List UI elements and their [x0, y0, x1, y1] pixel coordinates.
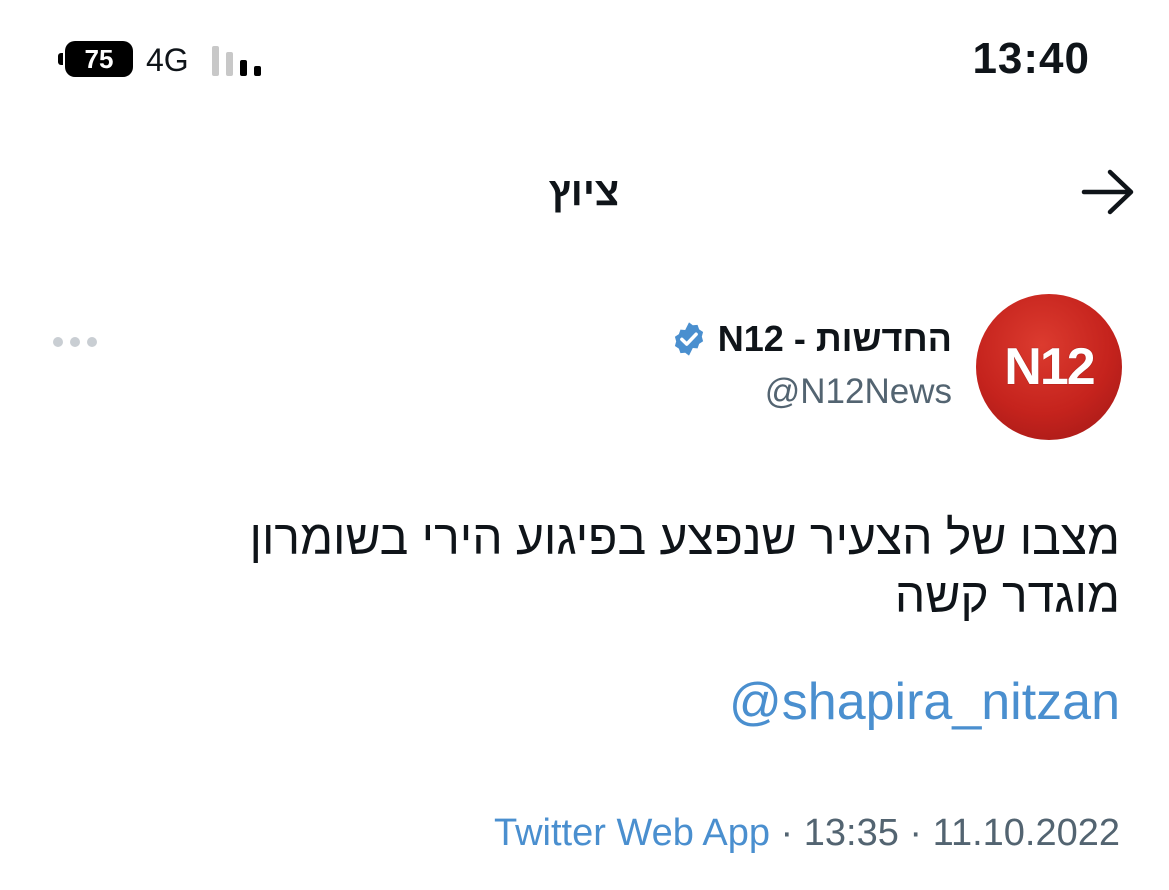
author-handle[interactable]: @N12News [640, 372, 952, 412]
arrow-right-icon[interactable] [1078, 166, 1138, 218]
signal-strength-icon [212, 46, 261, 76]
tweet-text-line: מוגדר קשה [894, 570, 1120, 623]
tweet-meta: Twitter Web App · 13:35 · 11.10.2022 [300, 812, 1120, 855]
status-time: 13:40 [972, 34, 1090, 83]
battery-level: 75 [65, 41, 133, 77]
author-display-name: החדשות - N12 [717, 318, 952, 359]
tweet-text: מצבו של הצעיר שנפצע בפיגוע הירי בשומרון … [140, 510, 1120, 626]
avatar-logo-text: N12 [1004, 338, 1095, 396]
avatar[interactable]: N12 [976, 294, 1122, 440]
tweet-source-link[interactable]: Twitter Web App [494, 812, 770, 854]
verified-badge-icon [674, 322, 703, 356]
battery-nub [58, 53, 63, 65]
mention-link[interactable]: @shapira_nitzan [560, 672, 1120, 732]
page-title: ציוץ [548, 170, 620, 214]
tweet-text-line: מצבו של הצעיר שנפצע בפיגוע הירי בשומרון [249, 512, 1120, 565]
battery-indicator: 75 [58, 40, 133, 78]
author-name[interactable]: החדשות - N12 [560, 318, 952, 360]
meta-separator: · [898, 812, 933, 854]
meta-separator: · [769, 812, 804, 854]
more-options-icon[interactable] [50, 330, 100, 354]
tweet-time: 13:35 [803, 812, 899, 854]
network-type: 4G [146, 42, 189, 78]
tweet-date: 11.10.2022 [932, 812, 1120, 854]
